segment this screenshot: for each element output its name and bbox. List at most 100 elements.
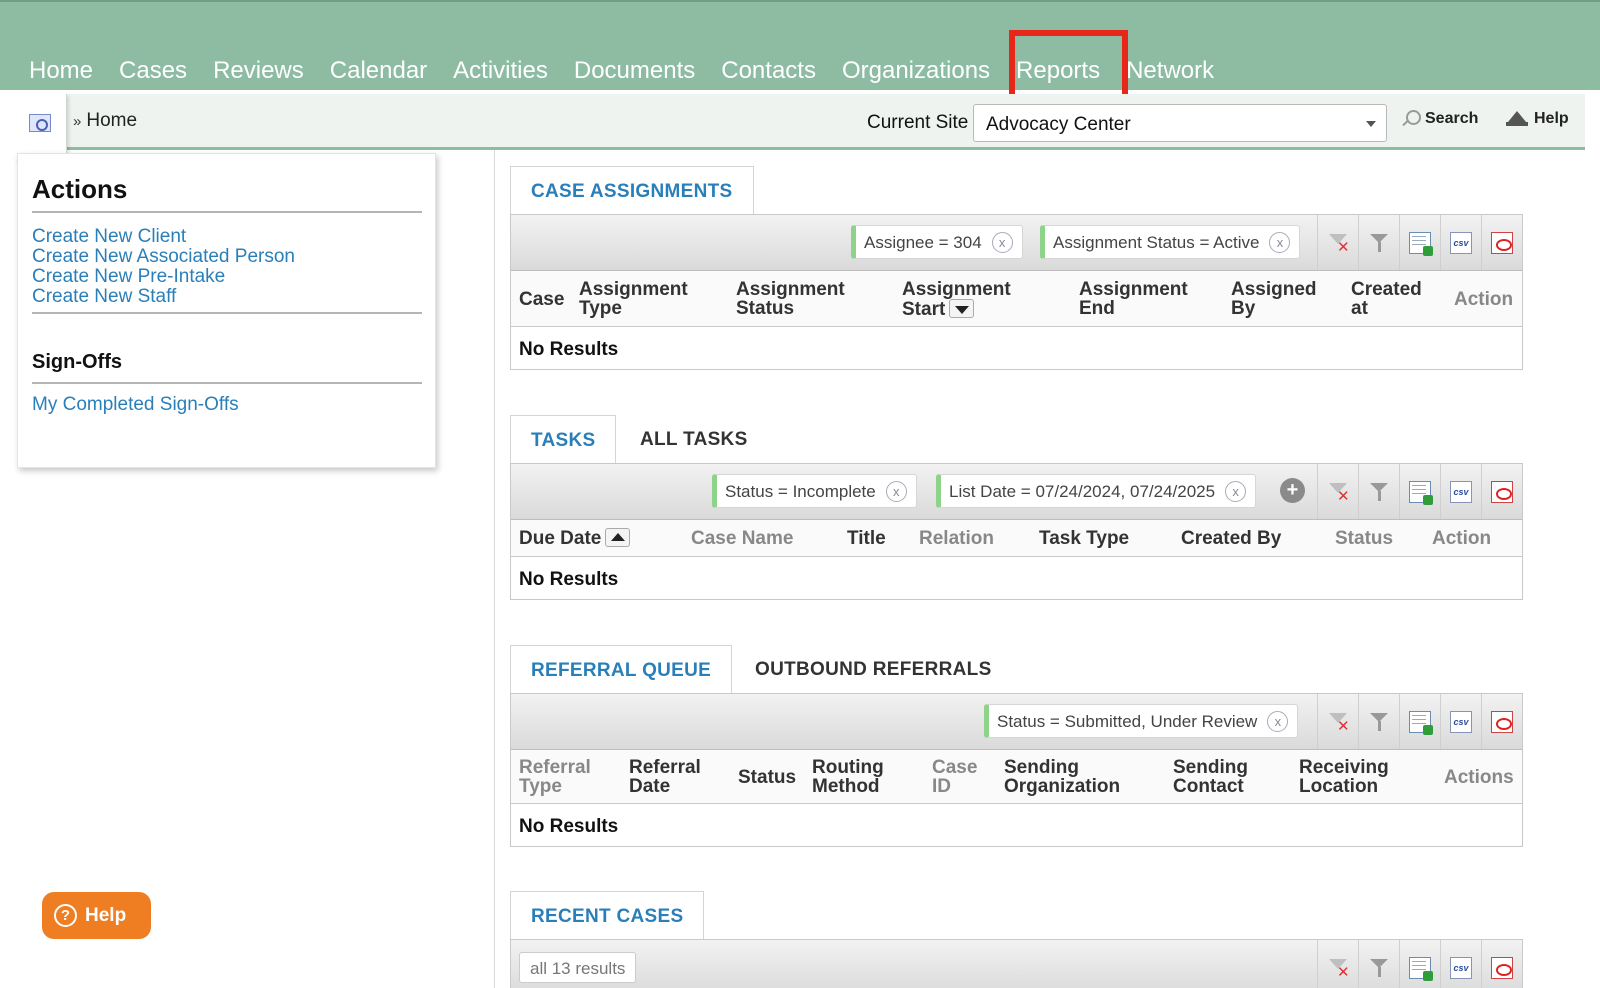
filter-button[interactable] [1358, 940, 1399, 988]
export-tools: csv [1317, 940, 1522, 988]
column-header[interactable]: Assignment End [1079, 280, 1199, 318]
column-header[interactable]: Status [738, 768, 796, 787]
nav-cases[interactable]: Cases [119, 56, 187, 86]
column-header[interactable]: Assignment Status [736, 280, 856, 318]
create-new-client-link[interactable]: Create New Client [32, 227, 295, 247]
filter-icon [1368, 232, 1390, 254]
my-completed-signoffs-link[interactable]: My Completed Sign-Offs [32, 394, 239, 416]
column-header[interactable]: Created By [1181, 529, 1281, 548]
column-header[interactable]: Created at [1351, 280, 1431, 318]
sidebar-toggle[interactable] [15, 94, 67, 160]
column-header[interactable]: Case [519, 290, 569, 309]
recent-cases-widget: all 13 results csv [510, 939, 1523, 988]
remove-filter-button[interactable]: x [991, 232, 1013, 253]
current-site-select[interactable]: Advocacy Center [973, 104, 1387, 142]
excel-export-button[interactable] [1399, 464, 1440, 519]
column-header[interactable]: Assigned By [1231, 280, 1326, 318]
column-header[interactable]: Sending Contact [1173, 758, 1263, 796]
column-header[interactable]: Title [847, 529, 886, 548]
column-header[interactable]: Sending Organization [1004, 758, 1134, 796]
pdf-export-button[interactable] [1481, 940, 1522, 988]
create-new-associated-person-link[interactable]: Create New Associated Person [32, 247, 295, 267]
sort-ascending-icon[interactable] [605, 528, 631, 547]
nav-organizations[interactable]: Organizations [842, 56, 990, 86]
filter-button[interactable] [1358, 464, 1399, 519]
column-header: Action [1454, 289, 1514, 310]
column-header[interactable]: Relation [919, 529, 994, 548]
clear-filter-icon [1327, 711, 1350, 735]
pdf-export-icon [1491, 711, 1513, 733]
referral-queue-widget: Status = Submitted, Under Review x csv R… [510, 693, 1523, 847]
remove-filter-button[interactable]: x [1269, 232, 1291, 253]
filter-button[interactable] [1358, 215, 1399, 270]
tab-referral-queue[interactable]: REFERRAL QUEUE [510, 645, 733, 694]
tab-case-assignments[interactable]: CASE ASSIGNMENTS [510, 166, 754, 215]
column-header-label: Due Date [519, 528, 602, 549]
clear-filter-icon [1327, 957, 1350, 981]
column-header[interactable]: Referral Date [629, 758, 719, 796]
help-link[interactable]: Help [1506, 110, 1569, 128]
tab-recent-cases[interactable]: RECENT CASES [510, 891, 705, 940]
column-header[interactable]: Case ID [932, 758, 987, 796]
tab-all-tasks[interactable]: ALL TASKS [620, 415, 768, 464]
export-tools: csv [1317, 694, 1522, 749]
dropdown-caret-icon [1366, 121, 1376, 127]
column-header[interactable]: Receiving Location [1299, 758, 1399, 796]
sort-descending-icon[interactable] [949, 299, 975, 318]
nav-reviews[interactable]: Reviews [213, 56, 304, 86]
column-header[interactable]: Referral Type [519, 758, 599, 796]
excel-export-button[interactable] [1399, 694, 1440, 749]
excel-export-icon [1409, 711, 1433, 735]
actions-title: Actions [32, 174, 128, 204]
breadcrumb-home[interactable]: Home [86, 110, 137, 131]
clear-filters-button[interactable] [1317, 464, 1358, 519]
breadcrumb-bar: » Home Current Site Advocacy Center Searc… [15, 94, 1585, 160]
filter-chip-status: Status = Incomplete x [712, 474, 917, 508]
filter-toolbar: Assignee = 304 x Assignment Status = Act… [511, 215, 1522, 271]
add-filter-button[interactable]: + [1280, 478, 1305, 503]
filter-button[interactable] [1358, 694, 1399, 749]
floating-help-button[interactable]: ? Help [42, 892, 151, 939]
breadcrumb-separator: » [73, 113, 82, 130]
csv-export-button[interactable]: csv [1440, 694, 1481, 749]
clear-filters-button[interactable] [1317, 215, 1358, 270]
nav-calendar[interactable]: Calendar [330, 56, 427, 86]
remove-filter-button[interactable]: x [1225, 481, 1247, 502]
filter-toolbar: Status = Incomplete x List Date = 07/24/… [511, 464, 1522, 520]
csv-export-button[interactable]: csv [1440, 464, 1481, 519]
column-header-sorted[interactable]: Assignment Start [902, 280, 1022, 319]
create-new-staff-link[interactable]: Create New Staff [32, 287, 295, 307]
pdf-export-button[interactable] [1481, 464, 1522, 519]
pdf-export-button[interactable] [1481, 694, 1522, 749]
column-header[interactable]: Case Name [691, 529, 793, 548]
no-results-text: No Results [519, 569, 619, 590]
pdf-export-icon [1491, 232, 1513, 254]
remove-filter-button[interactable]: x [1267, 711, 1289, 732]
csv-export-button[interactable]: csv [1440, 215, 1481, 270]
nav-documents[interactable]: Documents [574, 56, 695, 86]
nav-contacts[interactable]: Contacts [721, 56, 816, 86]
csv-export-button[interactable]: csv [1440, 940, 1481, 988]
excel-export-button[interactable] [1399, 215, 1440, 270]
nav-home[interactable]: Home [29, 56, 93, 86]
tab-tasks[interactable]: TASKS [510, 415, 617, 464]
nav-activities[interactable]: Activities [453, 56, 548, 86]
graduation-cap-icon [1506, 111, 1528, 127]
create-new-pre-intake-link[interactable]: Create New Pre-Intake [32, 267, 295, 287]
remove-filter-button[interactable]: x [885, 481, 907, 502]
column-header-sorted[interactable]: Due Date [519, 528, 631, 549]
column-header[interactable]: Task Type [1039, 529, 1129, 548]
pdf-export-button[interactable] [1481, 215, 1522, 270]
clear-filters-button[interactable] [1317, 694, 1358, 749]
column-header[interactable]: Routing Method [812, 758, 902, 796]
nav-network[interactable]: Network [1126, 56, 1214, 86]
excel-export-button[interactable] [1399, 940, 1440, 988]
filter-chip-referral-status: Status = Submitted, Under Review x [984, 704, 1299, 738]
search-link[interactable]: Search [1401, 110, 1478, 128]
tab-outbound-referrals[interactable]: OUTBOUND REFERRALS [735, 645, 1012, 694]
column-header[interactable]: Assignment Type [579, 280, 709, 318]
divider [32, 312, 422, 314]
floating-help-label: Help [85, 904, 127, 926]
clear-filters-button[interactable] [1317, 940, 1358, 988]
column-header[interactable]: Status [1335, 529, 1393, 548]
